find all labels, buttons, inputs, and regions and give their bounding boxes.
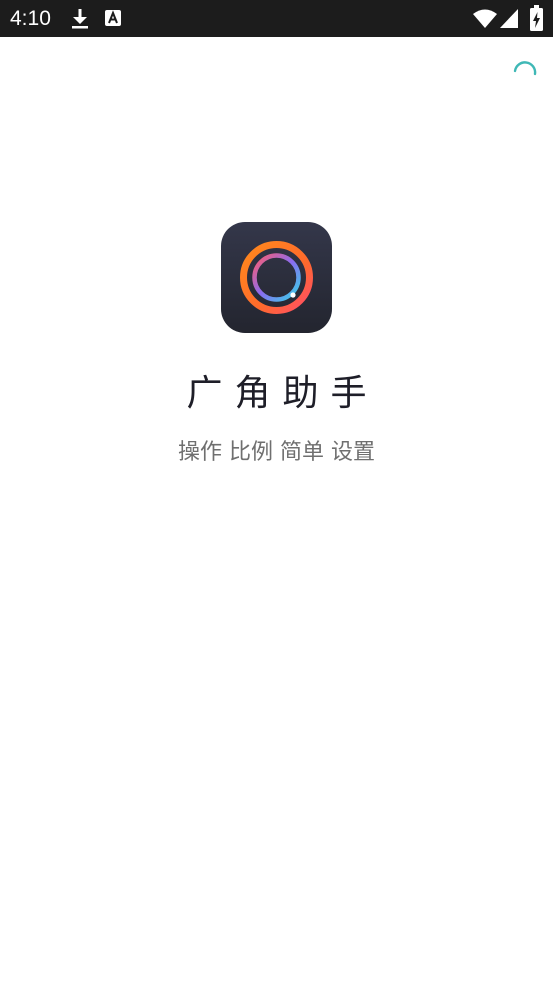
status-bar: 4:10 (0, 0, 553, 37)
a-notification-icon (105, 10, 121, 26)
download-icon (72, 9, 88, 29)
splash-screen: 4:10 广角助手 操作 比例 简单 设置 (0, 0, 553, 984)
loading-spinner-icon (513, 61, 537, 76)
app-tagline: 操作 比例 简单 设置 (178, 440, 375, 465)
app-logo-icon (221, 222, 332, 333)
signal-icon (500, 9, 518, 28)
app-title: 广角助手 (186, 373, 379, 414)
status-time: 4:10 (10, 7, 51, 30)
battery-icon (530, 5, 543, 31)
wifi-icon (473, 9, 497, 28)
